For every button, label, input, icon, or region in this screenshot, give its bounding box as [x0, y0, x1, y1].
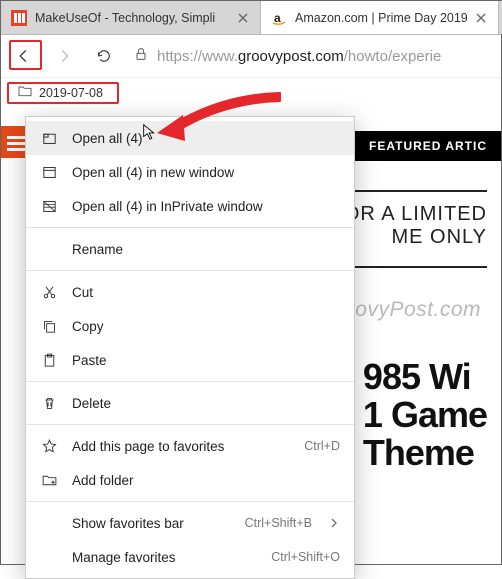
refresh-button[interactable] — [89, 41, 119, 71]
menu-separator — [26, 501, 354, 502]
menu-cut[interactable]: Cut — [26, 275, 354, 309]
bookmark-folder[interactable]: 2019-07-08 — [11, 80, 109, 105]
menu-label: Open all (4) in InPrivate window — [72, 199, 340, 214]
tab-icon — [40, 129, 58, 147]
delete-icon — [40, 394, 58, 412]
lock-icon — [133, 46, 149, 67]
menu-label: Cut — [72, 285, 340, 300]
blank-icon — [40, 514, 58, 532]
headline-l2: 1 Game — [363, 396, 487, 434]
menu-label: Rename — [72, 242, 340, 257]
toolbar: https://www.groovypost.com/howto/experie — [1, 35, 501, 77]
headline-l1: 985 Wi — [363, 358, 487, 396]
bookmarks-bar: 2019-07-08 — [1, 77, 501, 107]
url-prefix: https://www. — [157, 48, 238, 65]
menu-rename[interactable]: Rename — [26, 232, 354, 266]
promo-line-2: ME ONLY — [344, 226, 487, 249]
back-button[interactable] — [9, 41, 39, 71]
menu-label: Open all (4) — [72, 131, 340, 146]
menu-separator — [26, 381, 354, 382]
menu-label: Add folder — [72, 473, 340, 488]
url-domain: groovypost.com — [238, 48, 344, 65]
close-icon[interactable] — [236, 11, 250, 25]
folder-icon — [17, 83, 33, 102]
menu-label: Show favorites bar — [72, 516, 223, 531]
menu-separator — [26, 270, 354, 271]
window-icon — [40, 163, 58, 181]
tab-title: Amazon.com | Prime Day 2019 — [295, 11, 468, 25]
menu-label: Open all (4) in new window — [72, 165, 340, 180]
cut-icon — [40, 283, 58, 301]
inprivate-icon — [40, 197, 58, 215]
menu-shortcut: Ctrl+Shift+B — [245, 516, 312, 530]
featured-banner[interactable]: FEATURED ARTIC — [355, 131, 501, 161]
menu-label: Add this page to favorites — [72, 439, 282, 454]
folder-add-icon — [40, 471, 58, 489]
svg-text:a: a — [274, 11, 281, 25]
menu-copy[interactable]: Copy — [26, 309, 354, 343]
menu-separator — [26, 227, 354, 228]
url-text: https://www.groovypost.com/howto/experie — [157, 48, 441, 65]
blank-icon — [40, 240, 58, 258]
context-menu: Open all (4) Open all (4) in new window … — [25, 116, 355, 579]
blank-icon — [40, 548, 58, 566]
menu-open-all-new-window[interactable]: Open all (4) in new window — [26, 155, 354, 189]
bookmark-folder-label: 2019-07-08 — [39, 86, 103, 100]
star-icon — [40, 437, 58, 455]
menu-manage-favorites[interactable]: Manage favorites Ctrl+Shift+O — [26, 540, 354, 574]
forward-button[interactable] — [49, 41, 79, 71]
paste-icon — [40, 351, 58, 369]
url-path: /howto/experie — [344, 48, 442, 65]
menu-shortcut: Ctrl+Shift+O — [271, 550, 340, 564]
tab-title: MakeUseOf - Technology, Simpli — [35, 11, 230, 25]
menu-delete[interactable]: Delete — [26, 386, 354, 420]
menu-add-favorite[interactable]: Add this page to favorites Ctrl+D — [26, 429, 354, 463]
headline-l3: Theme — [363, 434, 487, 472]
menu-open-all-inprivate[interactable]: Open all (4) in InPrivate window — [26, 189, 354, 223]
menu-label: Paste — [72, 353, 340, 368]
divider — [337, 190, 487, 192]
address-bar[interactable]: https://www.groovypost.com/howto/experie — [129, 46, 493, 67]
menu-label: Manage favorites — [72, 550, 249, 565]
favicon-makeuseof — [11, 10, 27, 26]
featured-label: FEATURED ARTIC — [369, 139, 487, 153]
divider — [337, 266, 487, 268]
promo-text: OR A LIMITED ME ONLY — [344, 203, 487, 249]
headline[interactable]: 985 Wi 1 Game Theme — [363, 358, 487, 471]
menu-separator — [26, 424, 354, 425]
menu-label: Delete — [72, 396, 340, 411]
menu-open-all[interactable]: Open all (4) — [26, 121, 354, 155]
close-icon[interactable] — [474, 11, 488, 25]
menu-shortcut: Ctrl+D — [304, 439, 340, 453]
tab-amazon[interactable]: a Amazon.com | Prime Day 2019 — [261, 1, 499, 34]
copy-icon — [40, 317, 58, 335]
menu-add-folder[interactable]: Add folder — [26, 463, 354, 497]
promo-line-1: OR A LIMITED — [344, 203, 487, 226]
tab-makeuseof[interactable]: MakeUseOf - Technology, Simpli — [1, 1, 261, 34]
chevron-right-icon — [330, 516, 340, 531]
menu-label: Copy — [72, 319, 340, 334]
favicon-amazon: a — [271, 10, 287, 26]
menu-paste[interactable]: Paste — [26, 343, 354, 377]
menu-show-favorites-bar[interactable]: Show favorites bar Ctrl+Shift+B — [26, 506, 354, 540]
tab-strip: MakeUseOf - Technology, Simpli a Amazon.… — [1, 1, 501, 35]
